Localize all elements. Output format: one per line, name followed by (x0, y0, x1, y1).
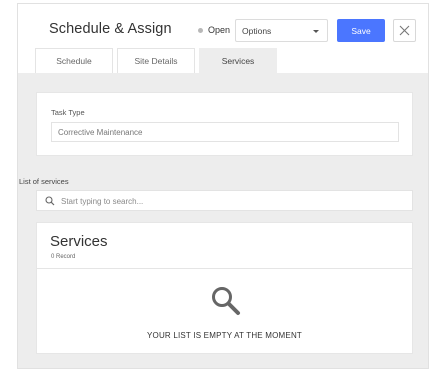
search-input[interactable] (61, 194, 401, 208)
tab-site-details-label: Site Details (134, 56, 178, 66)
magnifier-icon (212, 287, 240, 315)
empty-state-message: YOUR LIST IS EMPTY AT THE MOMENT (146, 331, 303, 340)
close-button[interactable] (393, 19, 416, 42)
services-search[interactable] (36, 190, 413, 211)
services-title: Services (50, 233, 108, 250)
record-count: 0 Record (51, 254, 76, 260)
task-type-field[interactable]: Corrective Maintenance (51, 122, 399, 142)
tab-services-label: Services (221, 56, 255, 66)
page-title: Schedule & Assign (49, 21, 172, 37)
services-list-label: List of services (19, 177, 69, 186)
tab-schedule-label: Schedule (56, 56, 92, 66)
schedule-assign-panel: Schedule & Assign Open Options Save Sche… (17, 3, 429, 369)
panel-header: Schedule & Assign Open Options Save Sche… (18, 4, 428, 74)
options-select-value: Options (242, 26, 272, 36)
tab-services[interactable]: Services (199, 48, 277, 74)
status-label: Open (208, 25, 231, 35)
status-indicator: Open (198, 25, 230, 35)
status-dot-icon (198, 27, 203, 33)
services-card: Services 0 Record YOUR LIST IS EMPTY AT … (36, 222, 413, 354)
divider (37, 268, 412, 269)
save-button[interactable]: Save (337, 19, 385, 42)
close-icon (399, 25, 410, 36)
options-select[interactable]: Options (235, 19, 328, 42)
task-type-card: Task Type Corrective Maintenance (36, 92, 413, 156)
task-type-label: Task Type (51, 108, 85, 117)
tab-schedule[interactable]: Schedule (35, 48, 113, 73)
search-icon (45, 196, 55, 206)
tab-site-details[interactable]: Site Details (117, 48, 195, 73)
chevron-down-icon (313, 30, 319, 33)
